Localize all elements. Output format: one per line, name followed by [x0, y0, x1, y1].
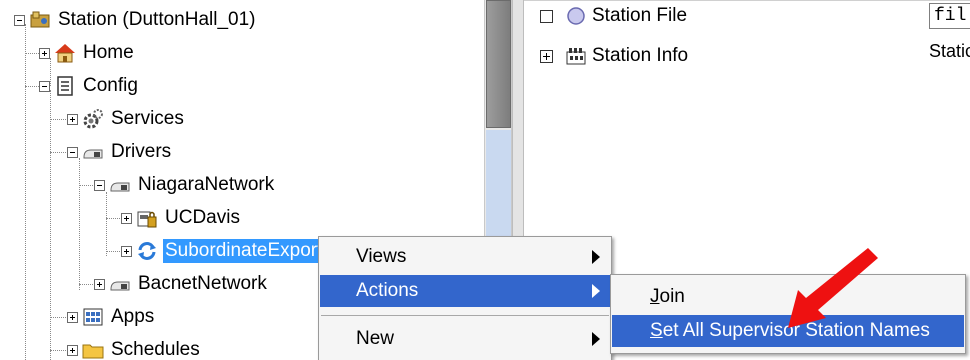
menu-item-label-rest: oin [659, 286, 685, 307]
property-row-station-info[interactable]: Station Info Static [524, 37, 970, 75]
menu-item-label: Actions [356, 280, 419, 301]
expand-toggle[interactable] [67, 344, 78, 356]
folder-icon [82, 339, 104, 360]
menu-item-actions[interactable]: Actions [320, 275, 610, 307]
tree-label: Home [83, 42, 134, 63]
services-gear-icon [82, 108, 104, 130]
tree-connector [50, 90, 51, 360]
tree-label: Apps [111, 306, 155, 327]
mnemonic-char: J [650, 286, 660, 307]
tree-node-bacnet-network[interactable]: BacnetNetwork [94, 270, 269, 298]
collapse-toggle[interactable] [14, 14, 25, 26]
submenu-arrow-icon [592, 250, 600, 264]
station-icon [29, 9, 51, 31]
red-annotation-arrow-icon [788, 248, 878, 328]
tree-connector [79, 158, 80, 290]
menu-item-views[interactable]: Views [320, 241, 610, 273]
tree-node-config[interactable]: Config [39, 72, 140, 100]
network-icon [109, 174, 131, 196]
property-label: Station Info [592, 45, 689, 66]
tree-node-services[interactable]: Services [67, 105, 186, 133]
scrollbar-thumb[interactable] [486, 0, 511, 128]
submenu-arrow-icon [592, 332, 600, 346]
collapse-toggle[interactable] [94, 179, 105, 191]
tree-node-station[interactable]: Station (DuttonHall_01) [14, 6, 258, 34]
station-info-icon [565, 45, 587, 67]
expand-toggle[interactable] [67, 311, 78, 323]
home-icon [54, 42, 76, 64]
apps-icon [82, 306, 104, 328]
menu-item-label: Views [356, 246, 407, 267]
context-menu: Views Actions New [318, 236, 612, 360]
tree-label: Station (DuttonHall_01) [58, 9, 256, 30]
expand-toggle[interactable] [121, 245, 132, 257]
property-value-field[interactable]: fil [929, 3, 970, 29]
network-icon [109, 273, 131, 295]
tree-node-home[interactable]: Home [39, 39, 136, 67]
tree-node-drivers[interactable]: Drivers [67, 138, 173, 166]
property-label: Station File [592, 5, 688, 26]
expand-toggle[interactable] [94, 278, 105, 290]
drivers-icon [82, 141, 104, 163]
tree-node-schedules[interactable]: Schedules [67, 336, 202, 360]
tree-label: BacnetNetwork [138, 273, 267, 294]
property-value-text: Static [929, 41, 970, 61]
tree-node-ucdavis[interactable]: UCDavis [121, 204, 242, 232]
tree-node-niagara-network[interactable]: NiagaraNetwork [94, 171, 276, 199]
device-icon [136, 207, 158, 229]
property-row-station-file[interactable]: Station File fil [524, 0, 970, 35]
expand-toggle[interactable] [39, 47, 50, 59]
submenu-arrow-icon [592, 284, 600, 298]
menu-item-label: New [356, 328, 395, 349]
menu-separator [321, 315, 609, 316]
tree-label: Config [83, 75, 138, 96]
slot-circle-icon [565, 5, 587, 27]
tree-connector [25, 24, 26, 360]
collapse-toggle[interactable] [39, 80, 50, 92]
tree-label: UCDavis [165, 207, 240, 228]
mnemonic-char: S [650, 320, 663, 341]
tree-connector [106, 192, 107, 256]
expand-toggle[interactable] [121, 212, 132, 224]
sync-icon [136, 240, 158, 262]
config-icon [54, 75, 76, 97]
property-checkbox[interactable] [540, 9, 553, 23]
tree-label: Drivers [111, 141, 172, 162]
menu-item-label: Join [612, 286, 685, 308]
tree-label: Schedules [111, 339, 200, 360]
tree-node-apps[interactable]: Apps [67, 303, 156, 331]
tree-label: Services [111, 108, 184, 129]
collapse-toggle[interactable] [67, 146, 78, 158]
tree-label: NiagaraNetwork [138, 174, 275, 195]
expand-toggle[interactable] [540, 49, 553, 63]
menu-item-new[interactable]: New [320, 323, 610, 355]
expand-toggle[interactable] [67, 113, 78, 125]
